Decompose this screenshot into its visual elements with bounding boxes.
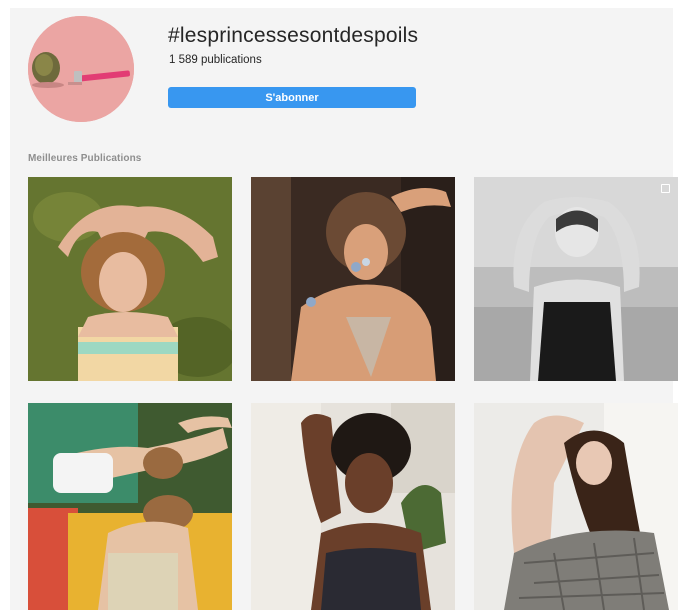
hashtag-avatar (28, 16, 134, 122)
top-posts-grid (28, 177, 679, 610)
multiple-photos-icon (661, 184, 670, 193)
publication-count: 1 589 publications (169, 54, 262, 66)
hashtag-title: #lesprincessesontdespoils (168, 24, 419, 47)
post-thumbnail[interactable] (251, 403, 455, 610)
post-thumbnail[interactable] (28, 403, 232, 610)
follow-button[interactable]: S'abonner (168, 87, 416, 108)
post-thumbnail[interactable] (28, 177, 232, 381)
post-thumbnail[interactable] (474, 177, 678, 381)
post-thumbnail[interactable] (251, 177, 455, 381)
post-thumbnail[interactable] (474, 403, 678, 610)
hashtag-page: #lesprincessesontdespoils 1 589 publicat… (10, 8, 678, 610)
top-posts-label: Meilleures Publications (28, 153, 142, 164)
